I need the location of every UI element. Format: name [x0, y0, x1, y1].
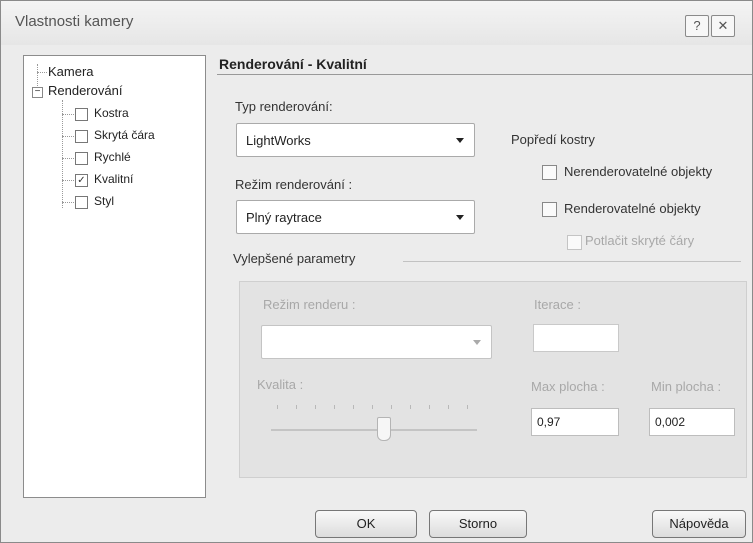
slider-tick	[277, 405, 278, 409]
tree-item-label: Kostra	[94, 106, 129, 120]
close-icon: ✕	[717, 18, 729, 33]
slider-tick	[448, 405, 449, 409]
render-mode-value: Plný raytrace	[246, 210, 322, 225]
camera-properties-dialog: Vlastnosti kamery ? ✕ Kamera − Renderová…	[0, 0, 753, 543]
tree-item-label: Styl	[94, 194, 115, 208]
advanced-divider	[403, 261, 741, 262]
tree-item-skryta-cara[interactable]: Skrytá čára	[94, 128, 155, 142]
advanced-params-label: Vylepšené parametry	[233, 251, 356, 266]
adv-render-mode-select[interactable]	[261, 325, 492, 359]
tree-connector	[62, 180, 74, 181]
tree-item-label: Rychlé	[94, 150, 131, 164]
foreground-label: Popředí kostry	[511, 132, 595, 147]
slider-tick	[334, 405, 335, 409]
slider-tick	[372, 405, 373, 409]
tree-connector	[37, 64, 38, 88]
window-title: Vlastnosti kamery	[15, 13, 134, 30]
render-mode-label: Režim renderování :	[235, 177, 353, 192]
render-type-label: Typ renderování:	[235, 99, 333, 114]
slider-tick	[410, 405, 411, 409]
renderable-objects-label: Renderovatelné objekty	[564, 201, 701, 216]
category-tree[interactable]: Kamera − Renderování Kostra Skrytá čára …	[23, 55, 206, 498]
quality-slider-track[interactable]	[271, 429, 477, 431]
non-renderable-objects-label: Nerenderovatelné objekty	[564, 164, 713, 179]
tree-connector	[62, 136, 74, 137]
help-button[interactable]: Nápověda	[652, 510, 746, 538]
render-type-value: LightWorks	[246, 133, 311, 148]
tree-checkbox-rychle[interactable]	[75, 152, 88, 165]
adv-render-mode-label: Režim renderu :	[263, 297, 356, 312]
tree-item-kostra[interactable]: Kostra	[94, 106, 129, 120]
ok-button[interactable]: OK	[315, 510, 417, 538]
slider-tick	[429, 405, 430, 409]
help-title-button[interactable]: ?	[685, 15, 709, 37]
checkmark-icon: ✓	[77, 175, 86, 186]
tree-checkbox-skryta-cara[interactable]	[75, 130, 88, 143]
suppress-hidden-lines-label: Potlačit skryté čáry	[585, 233, 695, 248]
min-area-label: Min plocha :	[651, 379, 722, 394]
cancel-button[interactable]: Storno	[429, 510, 527, 538]
slider-tick	[353, 405, 354, 409]
chevron-down-icon	[456, 138, 464, 143]
question-mark-icon: ?	[693, 18, 701, 33]
max-area-input[interactable]: 0,97	[531, 408, 619, 436]
tree-checkbox-kvalitni[interactable]: ✓	[75, 174, 88, 187]
tree-item-renderovani[interactable]: Renderování	[48, 83, 122, 98]
slider-tick	[467, 405, 468, 409]
quality-slider-thumb[interactable]	[377, 417, 391, 441]
tree-item-kvalitni[interactable]: Kvalitní	[94, 172, 133, 186]
tree-item-label: Kamera	[48, 64, 94, 79]
slider-tick	[391, 405, 392, 409]
tree-connector	[62, 158, 74, 159]
tree-item-kamera[interactable]: Kamera	[48, 64, 94, 79]
tree-checkbox-styl[interactable]	[75, 196, 88, 209]
max-area-label: Max plocha :	[531, 379, 605, 394]
min-area-value: 0,002	[655, 415, 686, 429]
chevron-down-icon	[456, 215, 464, 220]
iterations-label: Iterace :	[534, 297, 581, 312]
chevron-down-icon	[473, 340, 481, 345]
render-mode-select[interactable]: Plný raytrace	[236, 200, 475, 234]
slider-tick	[315, 405, 316, 409]
quality-label: Kvalita :	[257, 377, 304, 392]
close-button[interactable]: ✕	[711, 15, 735, 37]
tree-connector	[62, 202, 74, 203]
min-area-input[interactable]: 0,002	[649, 408, 735, 436]
tree-connector	[62, 100, 63, 208]
panel-header: Renderování - Kvalitní	[219, 56, 367, 72]
slider-tick	[296, 405, 297, 409]
iterations-input[interactable]	[533, 324, 619, 352]
tree-checkbox-kostra[interactable]	[75, 108, 88, 121]
suppress-hidden-lines-checkbox[interactable]	[567, 235, 582, 250]
non-renderable-objects-checkbox[interactable]	[542, 165, 557, 180]
max-area-value: 0,97	[537, 415, 561, 429]
title-bar: Vlastnosti kamery ? ✕	[1, 1, 752, 45]
tree-item-label: Kvalitní	[94, 172, 134, 186]
tree-item-label: Renderování	[48, 83, 123, 98]
tree-item-rychle[interactable]: Rychlé	[94, 150, 131, 164]
tree-connector	[37, 72, 47, 73]
header-divider	[217, 74, 752, 75]
render-type-select[interactable]: LightWorks	[236, 123, 475, 157]
tree-item-styl[interactable]: Styl	[94, 194, 114, 208]
tree-connector	[62, 114, 74, 115]
renderable-objects-checkbox[interactable]	[542, 202, 557, 217]
tree-item-label: Skrytá čára	[94, 128, 155, 142]
collapse-icon[interactable]: −	[32, 87, 43, 98]
